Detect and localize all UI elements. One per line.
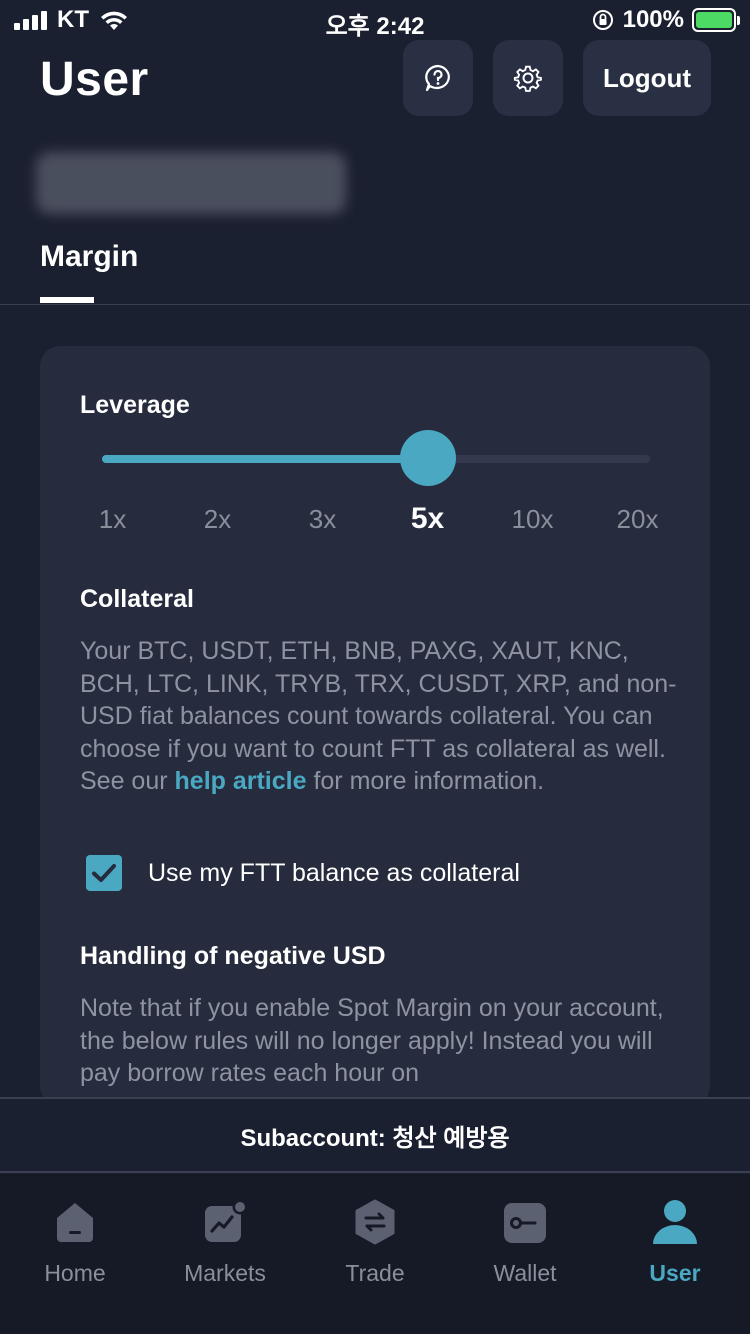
- leverage-slider-thumb[interactable]: [399, 430, 456, 486]
- ftt-collateral-checkbox[interactable]: [86, 855, 122, 891]
- collateral-description: Your BTC, USDT, ETH, BNB, PAXG, XAUT, KN…: [80, 635, 680, 798]
- leverage-option-2x[interactable]: 2x: [165, 504, 270, 536]
- account-name: [36, 152, 346, 214]
- leverage-slider-fill: [102, 455, 428, 463]
- negative-usd-description: Note that if you enable Spot Margin on y…: [80, 994, 664, 1087]
- battery-icon: [692, 8, 740, 32]
- status-bar-right: 100%: [591, 6, 740, 34]
- nav-wallet[interactable]: Wallet: [450, 1174, 600, 1334]
- user-icon: [653, 1200, 697, 1244]
- home-icon: [57, 1203, 93, 1242]
- nav-user-label: User: [649, 1260, 701, 1286]
- tabs-divider: [0, 304, 750, 305]
- gear-icon: [513, 65, 542, 92]
- trade-icon: [355, 1199, 395, 1245]
- nav-user[interactable]: User: [600, 1174, 750, 1334]
- orientation-lock-icon: [592, 10, 613, 30]
- leverage-option-20x[interactable]: 20x: [585, 504, 690, 536]
- ftt-collateral-label[interactable]: Use my FTT balance as collateral: [148, 859, 520, 888]
- nav-home[interactable]: Home: [0, 1174, 150, 1334]
- settings-button[interactable]: [493, 40, 563, 116]
- leverage-slider-track[interactable]: [102, 455, 650, 463]
- negative-usd-title: Handling of negative USD: [80, 942, 386, 970]
- wallet-icon: [504, 1203, 546, 1243]
- leverage-option-5x[interactable]: 5x: [375, 502, 480, 536]
- nav-trade-label: Trade: [345, 1260, 405, 1286]
- leverage-title: Leverage: [80, 391, 190, 419]
- help-button[interactable]: [403, 40, 473, 116]
- help-article-link[interactable]: help article: [175, 767, 307, 795]
- leverage-options: 1x 2x 3x 5x 10x 20x: [60, 502, 690, 536]
- help-icon: [425, 64, 450, 92]
- tab-active-indicator: [40, 297, 94, 303]
- nav-trade[interactable]: Trade: [300, 1174, 450, 1334]
- leverage-option-3x[interactable]: 3x: [270, 504, 375, 536]
- nav-markets-label: Markets: [184, 1260, 266, 1286]
- margin-settings-card: Leverage 1x 2x 3x 5x 10x 20x Collateral Your …: [40, 346, 710, 1106]
- markets-icon: [205, 1199, 248, 1242]
- subaccount-selector[interactable]: Subaccount: 청산 예방용: [0, 1097, 750, 1173]
- nav-markets[interactable]: Markets: [150, 1174, 300, 1334]
- bottom-nav: Home Markets Trade Wallet User: [0, 1174, 750, 1334]
- leverage-option-10x[interactable]: 10x: [480, 504, 585, 536]
- checkmark-icon: [92, 864, 116, 882]
- battery-percent: 100%: [622, 6, 684, 33]
- status-bar: KT 오후 2:42 100%: [0, 0, 750, 40]
- nav-wallet-label: Wallet: [493, 1260, 557, 1286]
- page-title: User: [40, 53, 149, 106]
- tab-margin[interactable]: Margin: [40, 240, 138, 274]
- logout-button[interactable]: Logout: [583, 40, 711, 116]
- collateral-title: Collateral: [80, 585, 194, 613]
- collateral-text-after: for more information.: [306, 767, 545, 795]
- leverage-option-1x[interactable]: 1x: [60, 504, 165, 536]
- nav-home-label: Home: [44, 1260, 106, 1286]
